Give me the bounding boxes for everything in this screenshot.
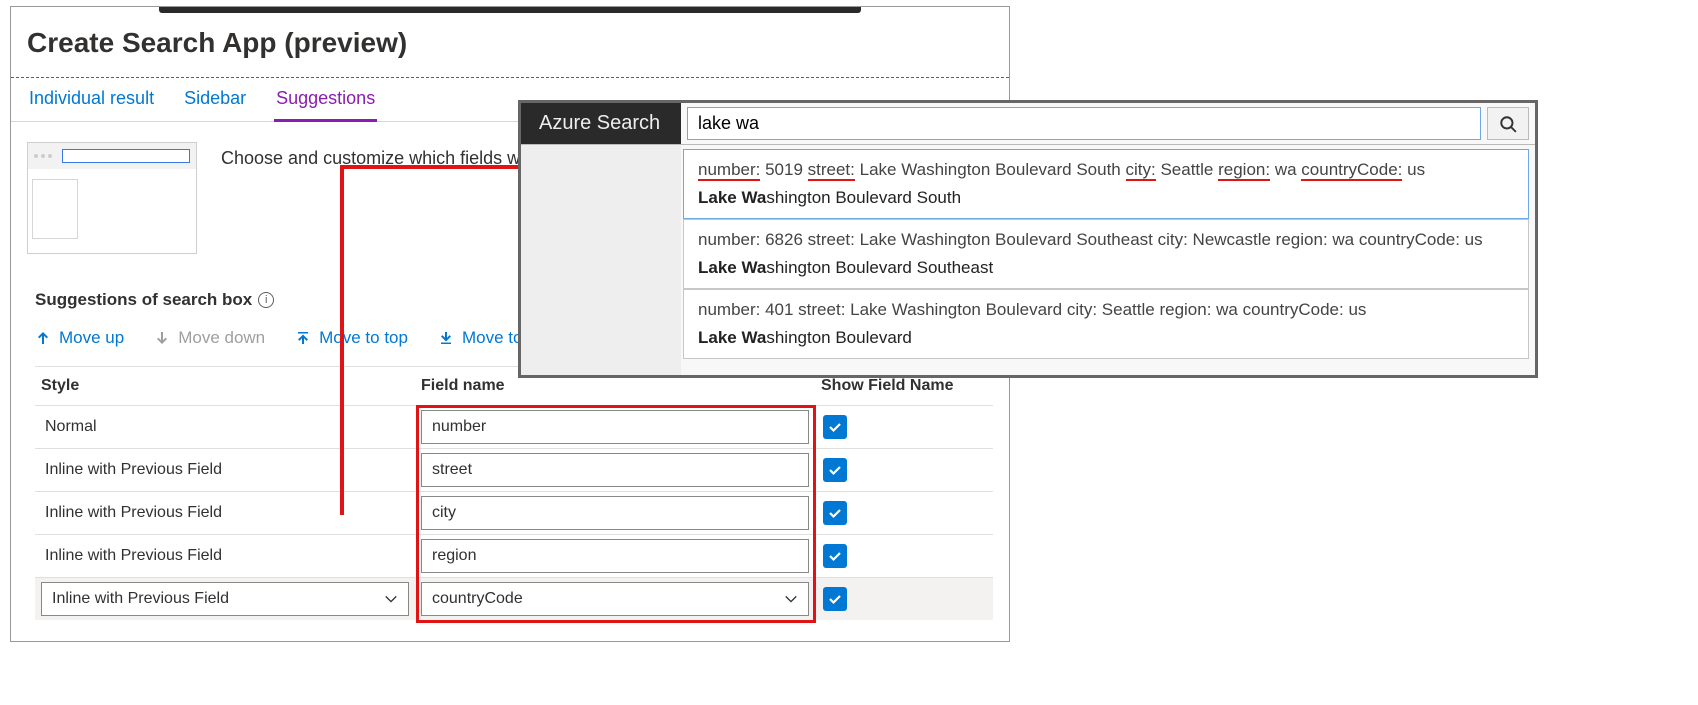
thumb-sidebar-icon <box>32 179 78 239</box>
move-to-label: Move to <box>462 328 522 348</box>
arrow-up-icon <box>35 330 51 346</box>
suggestion-sidebar <box>521 145 681 375</box>
info-icon[interactable]: i <box>258 292 274 308</box>
arrow-down-bar-icon <box>438 330 454 346</box>
style-text: Inline with Previous Field <box>35 547 415 565</box>
search-input[interactable] <box>687 107 1481 140</box>
style-select-value: Inline with Previous Field <box>52 590 229 608</box>
move-to-top-label: Move to top <box>319 328 408 348</box>
arrow-down-icon <box>154 330 170 346</box>
search-bar: Azure Search <box>521 103 1535 145</box>
page-title: Create Search App (preview) <box>11 13 1009 77</box>
show-field-checkbox[interactable] <box>823 544 847 568</box>
tab-sidebar[interactable]: Sidebar <box>182 88 248 121</box>
show-field-checkbox[interactable] <box>823 458 847 482</box>
move-down-label: Move down <box>178 328 265 348</box>
suggestion-item[interactable]: number: 5019 street: Lake Washington Bou… <box>683 149 1529 219</box>
arrow-up-bar-icon <box>295 330 311 346</box>
table-row[interactable]: Inline with Previous Field street <box>35 448 993 491</box>
table-row[interactable]: Inline with Previous Field city <box>35 491 993 534</box>
table-row[interactable]: Inline with Previous Field region <box>35 534 993 577</box>
section-heading-label: Suggestions of search box <box>35 290 252 310</box>
check-icon <box>827 591 843 607</box>
style-text: Normal <box>35 418 415 436</box>
move-to-button[interactable]: Move to <box>438 328 522 348</box>
field-name-value: region <box>432 547 476 565</box>
field-name-value: number <box>432 418 486 436</box>
style-text: Inline with Previous Field <box>35 461 415 479</box>
show-field-checkbox[interactable] <box>823 501 847 525</box>
move-up-label: Move up <box>59 328 124 348</box>
suggestion-detail-line: number: 6826 street: Lake Washington Bou… <box>698 230 1514 250</box>
preview-thumbnail <box>27 142 197 254</box>
style-select[interactable]: Inline with Previous Field <box>41 582 409 616</box>
check-icon <box>827 505 843 521</box>
field-name-select[interactable]: street <box>421 453 809 487</box>
window-dots-icon <box>34 154 52 158</box>
check-icon <box>827 419 843 435</box>
tab-suggestions[interactable]: Suggestions <box>274 88 377 122</box>
fields-grid: Style Field name Show Field Name Normaln… <box>35 366 993 620</box>
search-brand-label: Azure Search <box>521 103 681 144</box>
suggestion-title-line: Lake Washington Boulevard <box>698 328 1514 348</box>
table-row[interactable]: Normal number <box>35 405 993 448</box>
suggestion-item[interactable]: number: 6826 street: Lake Washington Bou… <box>683 219 1529 289</box>
thumb-search-icon <box>62 149 190 163</box>
search-icon <box>1499 115 1517 133</box>
suggestion-item[interactable]: number: 401 street: Lake Washington Boul… <box>683 289 1529 359</box>
field-name-select[interactable]: number <box>421 410 809 444</box>
check-icon <box>827 548 843 564</box>
description-text: Choose and customize which fields will <box>221 142 532 169</box>
style-text: Inline with Previous Field <box>35 504 415 522</box>
suggestion-title-line: Lake Washington Boulevard South <box>698 188 1514 208</box>
tab-individual-result[interactable]: Individual result <box>27 88 156 121</box>
chevron-down-icon <box>784 592 798 606</box>
field-name-value: street <box>432 461 472 479</box>
table-row[interactable]: Inline with Previous Field countryCode <box>35 577 993 620</box>
show-field-checkbox[interactable] <box>823 415 847 439</box>
check-icon <box>827 462 843 478</box>
move-down-button[interactable]: Move down <box>154 328 265 348</box>
search-preview-popup: Azure Search number: 5019 street: Lake W… <box>518 100 1538 378</box>
move-up-button[interactable]: Move up <box>35 328 124 348</box>
suggestion-detail-line: number: 401 street: Lake Washington Boul… <box>698 300 1514 320</box>
suggestion-list: number: 5019 street: Lake Washington Bou… <box>683 149 1529 359</box>
field-name-value: city <box>432 504 456 522</box>
suggestion-detail-line: number: 5019 street: Lake Washington Bou… <box>698 160 1514 180</box>
field-name-select[interactable]: countryCode <box>421 582 809 616</box>
field-name-select[interactable]: city <box>421 496 809 530</box>
field-name-select[interactable]: region <box>421 539 809 573</box>
field-name-value: countryCode <box>432 590 523 608</box>
col-header-style: Style <box>35 367 415 405</box>
move-to-top-button[interactable]: Move to top <box>295 328 408 348</box>
chevron-down-icon <box>384 592 398 606</box>
suggestion-title-line: Lake Washington Boulevard Southeast <box>698 258 1514 278</box>
search-button[interactable] <box>1487 107 1529 140</box>
show-field-checkbox[interactable] <box>823 587 847 611</box>
